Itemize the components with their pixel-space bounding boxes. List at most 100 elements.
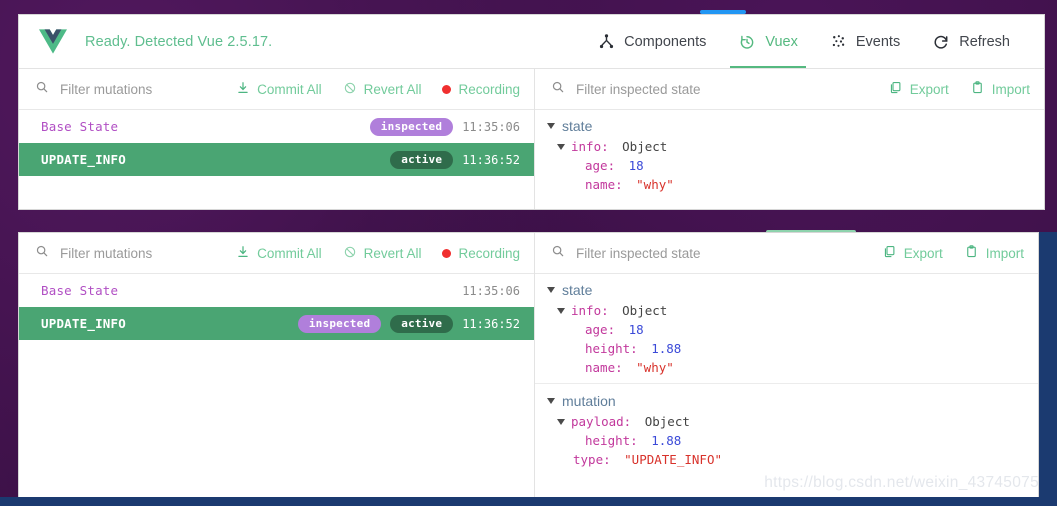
search-icon [551, 244, 565, 263]
tab-events[interactable]: Events [814, 15, 916, 68]
export-label-top: Export [910, 82, 949, 97]
vue-logo [39, 29, 67, 54]
import-label-top: Import [992, 82, 1030, 97]
filter-mutations-placeholder-bottom: Filter mutations [60, 246, 152, 261]
filter-mutations-input-top[interactable]: Filter mutations [35, 80, 236, 99]
export-button-bottom[interactable]: Export [882, 244, 943, 262]
inspector-key: height: [585, 339, 645, 358]
mutation-row[interactable]: UPDATE_INFOactive11:36:52 [19, 143, 534, 176]
revert-all-button-top[interactable]: Revert All [343, 81, 422, 98]
inspector-group-title: state [562, 282, 592, 298]
mutations-column-bottom: Filter mutations Commit All [19, 233, 535, 499]
copy-icon [882, 244, 897, 262]
mutation-name: UPDATE_INFO [41, 152, 126, 167]
filter-state-placeholder-bottom: Filter inspected state [576, 246, 701, 261]
navy-side-band [1039, 232, 1057, 506]
recording-toggle-bottom[interactable]: Recording [442, 246, 520, 261]
mutation-meta: inspected11:35:06 [370, 118, 520, 136]
filter-mutations-input-bottom[interactable]: Filter mutations [35, 244, 236, 263]
clipboard-icon [964, 244, 979, 262]
triangle-down-icon [547, 287, 555, 293]
mutation-row[interactable]: Base State11:35:06 [19, 274, 534, 307]
import-button-bottom[interactable]: Import [964, 244, 1024, 262]
filter-state-input-bottom[interactable]: Filter inspected state [551, 244, 882, 263]
inspector-group-title: state [562, 118, 592, 134]
inspector-column-bottom: Filter inspected state Export [535, 233, 1038, 499]
triangle-down-icon [547, 123, 555, 129]
tab-components[interactable]: Components [582, 15, 722, 68]
tab-refresh[interactable]: Refresh [916, 15, 1026, 68]
inspector-group-header[interactable]: mutation [535, 391, 1038, 412]
revert-circle-icon [343, 81, 357, 98]
record-dot-icon [442, 249, 451, 258]
inspector-group: state info: Objectage: 18name: "why" [535, 116, 1044, 194]
status-badge-active: active [390, 151, 453, 169]
mutation-timestamp: 11:35:06 [462, 284, 520, 298]
inspector-group: stateinfo: Objectage: 18height: 1.88name… [535, 280, 1038, 377]
inspector-row[interactable]: height: 1.88 [535, 339, 1038, 358]
export-button-top[interactable]: Export [888, 80, 949, 98]
commit-all-button-top[interactable]: Commit All [236, 81, 322, 98]
inspector-actions-bottom: Export Import [882, 244, 1024, 262]
refresh-icon [932, 33, 950, 51]
commit-all-label-top: Commit All [257, 82, 322, 97]
revert-all-label-top: Revert All [364, 82, 422, 97]
inspector-row[interactable]: age: 18 [535, 156, 1044, 175]
inspector-value: Object [622, 137, 667, 156]
inspector-group-header[interactable]: state [535, 280, 1038, 301]
inspector-row[interactable]: type: "UPDATE_INFO" [535, 450, 1038, 469]
clipboard-icon [970, 80, 985, 98]
mutations-column-top: Filter mutations Commit All [19, 69, 535, 209]
recording-toggle-top[interactable]: Recording [442, 82, 520, 97]
mutations-actions-top: Commit All Revert All Recording [236, 81, 520, 98]
triangle-down-icon [557, 419, 565, 425]
mutation-row[interactable]: Base State inspected11:35:06 [19, 110, 534, 143]
vue-devtools-panel-top: Ready. Detected Vue 2.5.17. Components [18, 14, 1045, 210]
status-badge-inspected: inspected [370, 118, 453, 136]
mutation-name: Base State [41, 119, 118, 134]
mutation-row[interactable]: UPDATE_INFO inspectedactive11:36:52 [19, 307, 534, 340]
mutation-meta: inspectedactive11:36:52 [298, 315, 520, 333]
revert-all-button-bottom[interactable]: Revert All [343, 245, 422, 262]
inspector-key: age: [585, 156, 623, 175]
triangle-down-icon [557, 144, 565, 150]
inspector-actions-top: Export Import [888, 80, 1030, 98]
inspector-value: 1.88 [651, 339, 681, 358]
inspector-row[interactable]: info: Object [535, 137, 1044, 156]
mutation-list-top[interactable]: Base State inspected11:35:06 UPDATE_INFO ac… [19, 110, 534, 209]
mutation-name: UPDATE_INFO [41, 316, 126, 331]
mutations-toolbar-bottom: Filter mutations Commit All [19, 233, 534, 274]
inspector-group-header[interactable]: state [535, 116, 1044, 137]
record-dot-icon [442, 85, 451, 94]
triangle-down-icon [557, 308, 565, 314]
commit-all-button-bottom[interactable]: Commit All [236, 245, 322, 262]
inspector-row[interactable]: name: "why" [535, 358, 1038, 377]
inspector-row[interactable]: payload: Object [535, 412, 1038, 431]
import-button-top[interactable]: Import [970, 80, 1030, 98]
inspector-value: Object [622, 301, 667, 320]
copy-icon [888, 80, 903, 98]
revert-circle-icon [343, 245, 357, 262]
filter-state-input-top[interactable]: Filter inspected state [551, 80, 888, 99]
export-label-bottom: Export [904, 246, 943, 261]
inspector-key: info: [571, 301, 616, 320]
tab-vuex[interactable]: Vuex [722, 15, 814, 68]
download-icon [236, 81, 250, 98]
inspector-row[interactable]: info: Object [535, 301, 1038, 320]
inspector-row[interactable]: name: "why" [535, 175, 1044, 194]
state-inspector-top: state info: Objectage: 18name: "why" [535, 110, 1044, 209]
inspector-key: name: [585, 175, 630, 194]
panel-body-top: Filter mutations Commit All [19, 69, 1044, 209]
inspector-key: type: [573, 450, 618, 469]
commit-all-label-bottom: Commit All [257, 246, 322, 261]
inspector-row[interactable]: height: 1.88 [535, 431, 1038, 450]
search-icon [35, 244, 49, 263]
inspector-key: height: [585, 431, 645, 450]
panel-body-bottom: Filter mutations Commit All [19, 233, 1038, 499]
mutation-list-bottom[interactable]: Base State11:35:06 UPDATE_INFO inspectedac… [19, 274, 534, 499]
inspector-row[interactable]: age: 18 [535, 320, 1038, 339]
vue-devtools-panel-bottom: Filter mutations Commit All [18, 232, 1039, 500]
inspector-toolbar-top: Filter inspected state Export [535, 69, 1044, 110]
inspector-key: name: [585, 358, 630, 377]
devtools-status-message: Ready. Detected Vue 2.5.17. [85, 34, 272, 50]
